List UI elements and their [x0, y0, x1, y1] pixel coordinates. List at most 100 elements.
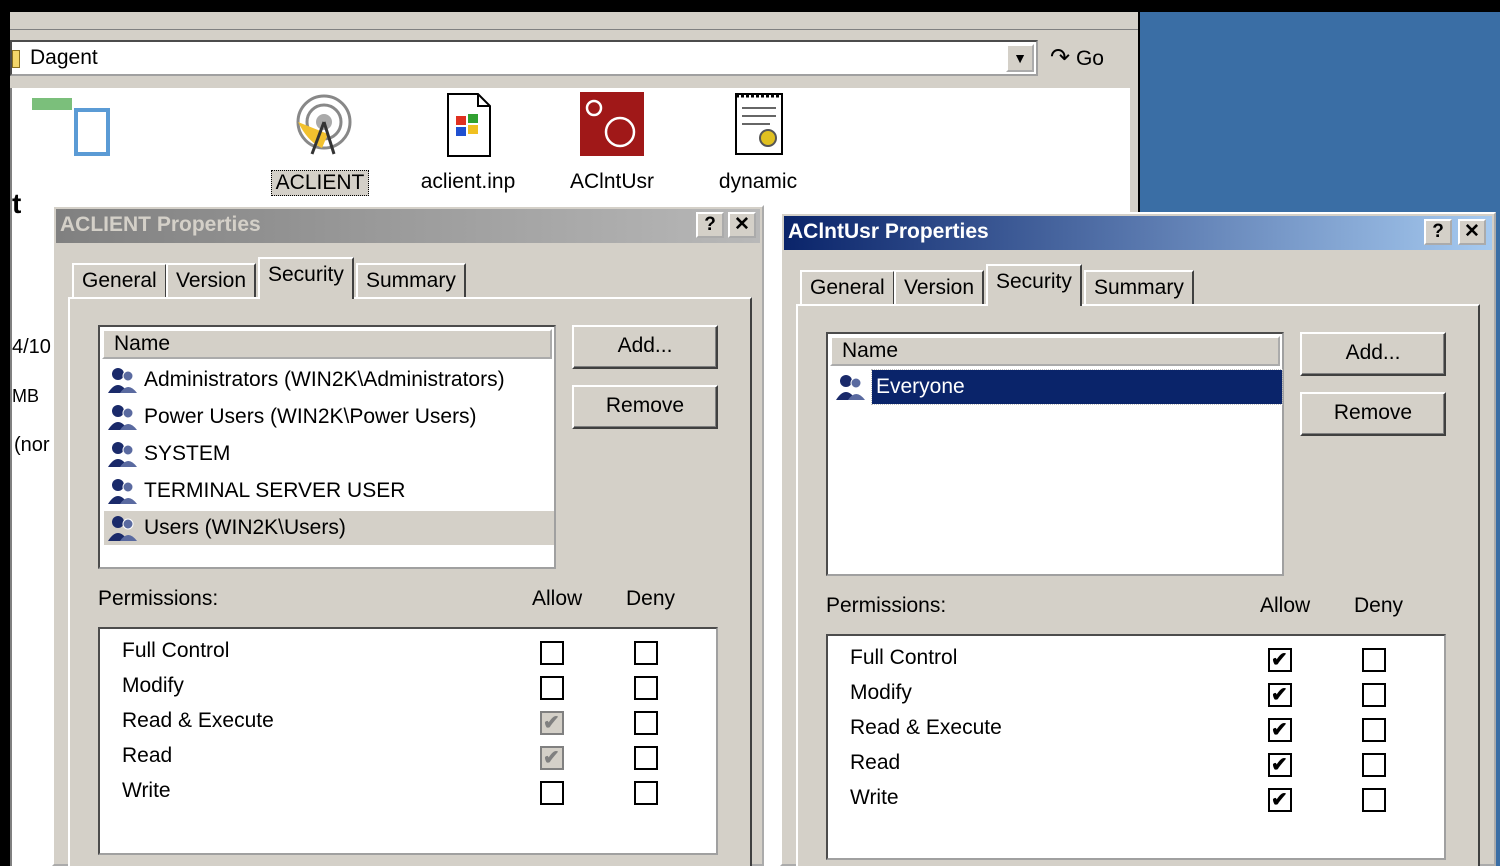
- tab-summary[interactable]: Summary: [356, 263, 466, 299]
- allow-full-control-checkbox[interactable]: [1268, 647, 1292, 672]
- deny-read-execute-checkbox[interactable]: [1362, 718, 1386, 742]
- close-button[interactable]: ✕: [728, 212, 756, 238]
- permission-row: Read: [122, 744, 172, 774]
- security-panel: Name Administrators (WIN2K\Administrator…: [68, 297, 752, 866]
- file-item-aclient-inp[interactable]: aclient.inp: [398, 92, 538, 193]
- dialog-titlebar[interactable]: ACLIENT Properties ? ✕: [56, 209, 760, 243]
- deny-column-label: Deny: [626, 587, 676, 610]
- allow-read-execute-checkbox[interactable]: [540, 710, 564, 735]
- list-header-name[interactable]: Name: [102, 329, 552, 359]
- address-field[interactable]: Dagent ▼: [10, 40, 1038, 76]
- user-name: Administrators (WIN2K\Administrators): [144, 368, 505, 391]
- tab-version[interactable]: Version: [166, 263, 257, 299]
- deny-full-control-checkbox[interactable]: [634, 641, 658, 665]
- help-button[interactable]: ?: [696, 212, 724, 238]
- satellite-dish-icon: [296, 94, 352, 155]
- help-icon: ?: [1432, 221, 1444, 242]
- address-text: Dagent: [30, 46, 98, 69]
- remove-button[interactable]: Remove: [572, 385, 718, 429]
- allow-read-execute-checkbox[interactable]: [1268, 717, 1292, 742]
- explorer-toolbar: [10, 12, 1138, 30]
- tab-summary[interactable]: Summary: [1084, 270, 1194, 306]
- user-list[interactable]: Name Everyone: [826, 332, 1284, 576]
- tab-label: Summary: [1094, 276, 1184, 299]
- list-item-selected[interactable]: Everyone: [832, 369, 1283, 405]
- allow-read-checkbox[interactable]: [540, 745, 564, 770]
- security-panel: Name Everyone Add... Remove Permissions:…: [796, 304, 1480, 866]
- close-button[interactable]: ✕: [1458, 219, 1486, 245]
- allow-full-control-checkbox[interactable]: [540, 641, 564, 665]
- file-label: AClntUsr: [569, 170, 654, 193]
- header-label: Name: [842, 339, 899, 362]
- permissions-list: Full Control Modify Read & Execute Read …: [98, 627, 718, 855]
- users-group-icon: [108, 442, 137, 467]
- add-label: Add...: [1345, 341, 1401, 364]
- file-item-aclient[interactable]: ACLIENT: [250, 92, 390, 196]
- go-arrow-icon: ↷: [1050, 44, 1071, 71]
- permission-name: Modify: [850, 681, 912, 704]
- tab-general[interactable]: General: [800, 270, 895, 306]
- close-icon: ✕: [734, 214, 750, 235]
- allow-modify-checkbox[interactable]: [1268, 682, 1292, 707]
- list-item[interactable]: SYSTEM: [104, 437, 554, 471]
- dialog-titlebar[interactable]: AClntUsr Properties ? ✕: [784, 216, 1492, 250]
- remove-button[interactable]: Remove: [1300, 392, 1446, 436]
- folder-icon: [12, 50, 20, 68]
- permission-row: Read & Execute: [122, 709, 274, 739]
- tab-label: Version: [176, 269, 247, 292]
- file-item-dynamic[interactable]: dynamic: [688, 92, 828, 193]
- list-item-selected[interactable]: Users (WIN2K\Users): [104, 511, 554, 545]
- file-label: ACLIENT: [270, 170, 370, 196]
- deny-modify-checkbox[interactable]: [1362, 683, 1386, 707]
- allow-write-checkbox[interactable]: [1268, 787, 1292, 812]
- tab-security[interactable]: Security: [986, 264, 1082, 306]
- dialog-title: AClntUsr Properties: [788, 220, 989, 243]
- allow-column-label: Allow: [1260, 594, 1311, 617]
- permission-row: Read & Execute: [850, 716, 1002, 746]
- user-list[interactable]: Name Administrators (WIN2K\Administrator…: [98, 325, 556, 569]
- permission-row: Full Control: [850, 646, 957, 676]
- aclntusr-properties-dialog: AClntUsr Properties ? ✕ General Version …: [780, 212, 1496, 866]
- tab-general[interactable]: General: [72, 263, 167, 299]
- file-label: dynamic: [718, 170, 798, 193]
- add-button[interactable]: Add...: [1300, 332, 1446, 376]
- list-item[interactable]: Power Users (WIN2K\Power Users): [104, 400, 554, 434]
- tab-version[interactable]: Version: [894, 270, 985, 306]
- deny-read-checkbox[interactable]: [1362, 753, 1386, 777]
- permission-row: Modify: [850, 681, 912, 711]
- user-name: Power Users (WIN2K\Power Users): [144, 405, 477, 428]
- list-header-name[interactable]: Name: [830, 336, 1280, 366]
- file-item-aclntusr[interactable]: AClntUsr: [542, 92, 682, 193]
- permission-name: Read & Execute: [850, 716, 1002, 739]
- deny-full-control-checkbox[interactable]: [1362, 648, 1386, 672]
- address-bar: Dagent ▼ ↷ Go: [10, 34, 1138, 84]
- allow-write-checkbox[interactable]: [540, 781, 564, 805]
- list-item[interactable]: TERMINAL SERVER USER: [104, 474, 554, 508]
- remove-label: Remove: [1333, 401, 1413, 424]
- text-document-icon: [735, 93, 783, 155]
- deny-read-checkbox[interactable]: [634, 746, 658, 770]
- folder-title: t: [12, 188, 22, 219]
- address-dropdown-button[interactable]: ▼: [1006, 44, 1034, 72]
- user-name: Everyone: [871, 369, 1283, 405]
- remove-label: Remove: [605, 394, 685, 417]
- add-button[interactable]: Add...: [572, 325, 718, 369]
- deny-write-checkbox[interactable]: [634, 781, 658, 805]
- deny-column-label: Deny: [1354, 594, 1404, 617]
- go-label: Go: [1075, 47, 1104, 70]
- permission-name: Full Control: [850, 646, 958, 669]
- deny-modify-checkbox[interactable]: [634, 676, 658, 700]
- allow-modify-checkbox[interactable]: [540, 676, 564, 700]
- go-button[interactable]: ↷ Go: [1050, 40, 1132, 76]
- permissions-label: Permissions:: [826, 594, 947, 617]
- red-user-icon: [580, 92, 644, 156]
- deny-read-execute-checkbox[interactable]: [634, 711, 658, 735]
- help-icon: ?: [704, 214, 716, 235]
- tab-label: Security: [268, 263, 344, 286]
- allow-read-checkbox[interactable]: [1268, 752, 1292, 777]
- permissions-list: Full Control Modify Read & Execute Read …: [826, 634, 1446, 860]
- list-item[interactable]: Administrators (WIN2K\Administrators): [104, 363, 554, 397]
- tab-security[interactable]: Security: [258, 257, 354, 299]
- deny-write-checkbox[interactable]: [1362, 788, 1386, 812]
- help-button[interactable]: ?: [1424, 219, 1452, 245]
